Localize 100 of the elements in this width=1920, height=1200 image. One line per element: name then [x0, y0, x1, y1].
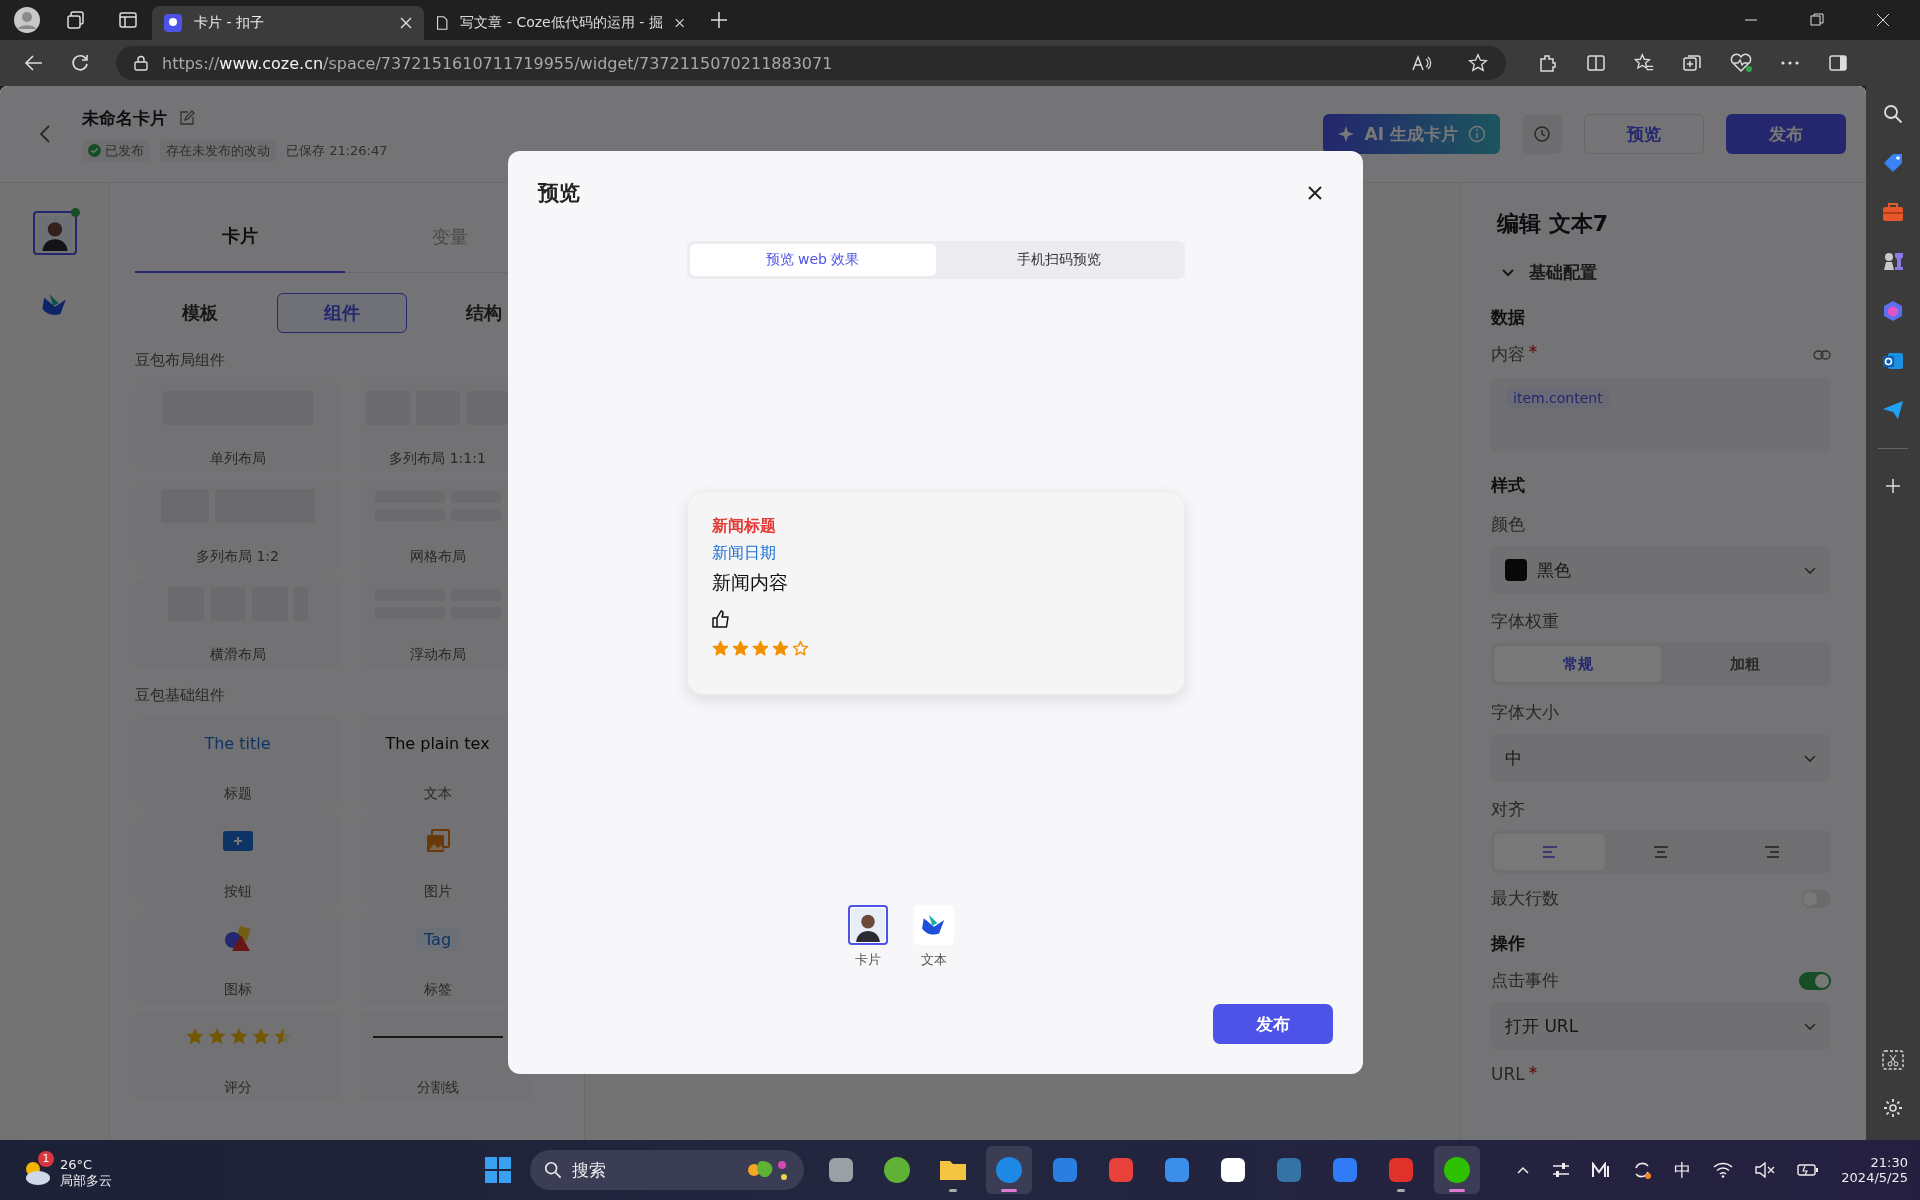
search-field[interactable]: 搜索: [530, 1150, 804, 1190]
briefcase-icon[interactable]: [1882, 202, 1904, 222]
heart-pulse-icon[interactable]: [1730, 53, 1752, 73]
browser-tab[interactable]: 卡片 - 扣子: [152, 6, 424, 40]
search-icon[interactable]: [1883, 104, 1903, 124]
app-icon: [826, 1155, 856, 1185]
sync-icon[interactable]: [1632, 1160, 1653, 1180]
component-tree-item[interactable]: [32, 211, 77, 255]
copilot-icon[interactable]: [1882, 300, 1904, 322]
card-title: 未命名卡片: [82, 106, 167, 130]
text-sample: The plain tex: [385, 733, 490, 753]
collections-icon[interactable]: [1682, 53, 1702, 73]
color-select[interactable]: 黑色: [1491, 546, 1831, 594]
lock-icon: [134, 55, 148, 71]
muted-speaker-icon[interactable]: [1755, 1162, 1776, 1178]
title-sample: The title: [204, 733, 271, 753]
link-icon[interactable]: [1813, 349, 1831, 360]
screenshot-icon[interactable]: [1882, 1050, 1904, 1070]
divider-line-icon: [372, 1035, 503, 1039]
new-tab-icon[interactable]: [710, 11, 728, 29]
app-icon: [1050, 1155, 1080, 1185]
extensions-icon[interactable]: [1538, 53, 1558, 73]
variable-chip: item.content: [1505, 387, 1611, 409]
outlook-icon[interactable]: [1882, 350, 1904, 372]
wifi-icon[interactable]: [1713, 1162, 1734, 1178]
browser-tab[interactable]: 写文章 - Coze低代码的运用 - 掘: [424, 6, 696, 40]
config-section-header[interactable]: 基础配置: [1501, 261, 1831, 284]
component-label: 按钮: [223, 883, 252, 901]
favorites-icon[interactable]: [1634, 53, 1654, 73]
align-right-icon: [1764, 846, 1781, 858]
workspaces-icon[interactable]: [66, 10, 86, 30]
read-aloud-icon[interactable]: [1412, 54, 1432, 72]
back-icon[interactable]: [24, 53, 44, 73]
split-screen-icon[interactable]: [1586, 53, 1606, 73]
app-icon: [1218, 1155, 1248, 1185]
app-icon: [882, 1155, 912, 1185]
send-icon[interactable]: [1882, 400, 1904, 420]
weather-widget[interactable]: 1 26°C 局部多云: [22, 1150, 132, 1190]
font-weight-option[interactable]: 加粗: [1661, 646, 1828, 682]
font-weight-option[interactable]: 常规: [1494, 646, 1661, 682]
component-node[interactable]: 卡片: [847, 905, 888, 969]
node-label: 文本: [920, 951, 947, 969]
clock-icon: [1533, 125, 1551, 143]
start-icon[interactable]: [484, 1156, 512, 1184]
unpublished-changes-label: 存在未发布的改动: [160, 139, 276, 162]
address-field[interactable]: https://www.coze.cn/space/7372151610711719955/widget/7372115070211883071: [116, 46, 1506, 80]
field-label: 点击事件: [1491, 969, 1559, 992]
sliders-icon[interactable]: [1552, 1162, 1571, 1178]
refresh-icon[interactable]: [70, 53, 90, 73]
history-button[interactable]: [1522, 114, 1562, 154]
m-app-icon[interactable]: [1592, 1162, 1611, 1178]
ai-generate-button[interactable]: AI 生成卡片: [1322, 114, 1500, 154]
settings-icon[interactable]: [1883, 1098, 1903, 1118]
check-icon: [88, 144, 101, 157]
component-node[interactable]: 文本: [913, 905, 954, 969]
component-label: 分割线: [416, 1079, 459, 1097]
component-label: 多列布局 1:2: [196, 548, 279, 566]
shapes-icon: [223, 926, 252, 952]
app-icon: [994, 1155, 1024, 1185]
segment-tab[interactable]: 模板: [135, 293, 265, 333]
preview-mode-tab[interactable]: 手机扫码预览: [935, 244, 1182, 276]
publish-button[interactable]: 发布: [1726, 114, 1846, 154]
tag-icon[interactable]: [1882, 152, 1904, 174]
panel-tab[interactable]: 卡片: [135, 183, 345, 273]
star-icon: [731, 640, 749, 657]
news-content: 新闻内容: [711, 570, 788, 595]
star-rating[interactable]: [711, 640, 809, 657]
font-size-select[interactable]: 中: [1491, 734, 1831, 782]
component-label: 图片: [423, 883, 452, 901]
chess-icon[interactable]: [1882, 250, 1904, 272]
align-left-icon: [1541, 846, 1558, 858]
field-label: 内容: [1491, 343, 1525, 366]
search-icon: [544, 1161, 562, 1179]
component-label: 标题: [223, 785, 252, 803]
profile-icon[interactable]: [14, 7, 40, 33]
app-icon: [1274, 1155, 1304, 1185]
add-icon[interactable]: [1884, 477, 1902, 495]
thumbs-up-icon[interactable]: [711, 610, 730, 628]
dialog-title: 预览: [538, 180, 580, 207]
sidebar-toggle-icon[interactable]: [1828, 53, 1848, 73]
segment-tab[interactable]: 结构: [419, 293, 533, 333]
click-event-toggle[interactable]: [1799, 971, 1831, 990]
edit-icon[interactable]: [179, 110, 195, 126]
app-icon: [1162, 1155, 1192, 1185]
action-select[interactable]: 打开 URL: [1491, 1002, 1831, 1050]
content-field[interactable]: item.content: [1491, 378, 1831, 452]
favorite-star-icon[interactable]: [1468, 53, 1488, 73]
clock-time: 21:30: [1870, 1155, 1908, 1170]
preview-button[interactable]: 预览: [1584, 114, 1704, 154]
field-label: 颜色: [1491, 513, 1526, 536]
input-method-indicator[interactable]: 中: [1674, 1158, 1692, 1182]
align-center-icon: [1653, 846, 1669, 858]
battery-icon[interactable]: [1797, 1162, 1820, 1178]
segment-tab[interactable]: 组件: [277, 293, 407, 333]
weather-description: 局部多云: [60, 1171, 112, 1190]
publish-button[interactable]: 发布: [1213, 1004, 1333, 1044]
restore-icon[interactable]: [1810, 13, 1824, 27]
close-icon[interactable]: [1307, 185, 1323, 201]
tab-actions-icon[interactable]: [118, 10, 138, 30]
preview-mode-tab[interactable]: 预览 web 效果: [689, 244, 936, 276]
